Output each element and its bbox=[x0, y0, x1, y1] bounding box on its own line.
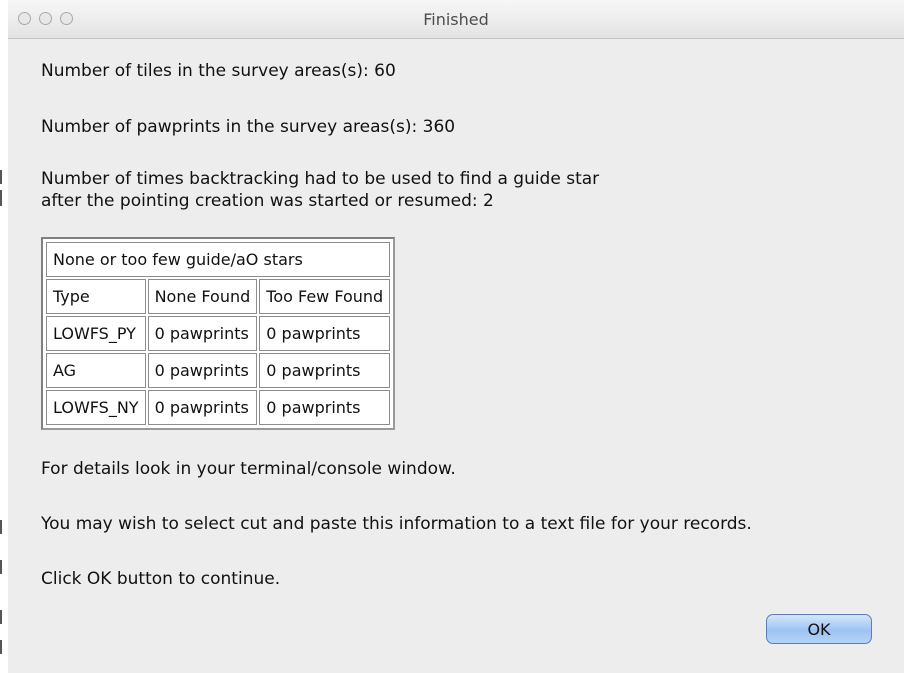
table-caption: None or too few guide/aO stars bbox=[46, 242, 391, 277]
backtracking-text: Number of times backtracking had to be u… bbox=[41, 168, 599, 212]
table-cell: LOWFS_PY bbox=[46, 316, 146, 351]
tiles-count-text: Number of tiles in the survey areas(s): … bbox=[41, 61, 396, 81]
table-cell: LOWFS_NY bbox=[46, 390, 146, 425]
finished-dialog: Finished Number of tiles in the survey a… bbox=[8, 0, 904, 673]
table-caption-row: None or too few guide/aO stars bbox=[46, 242, 391, 277]
table-cell: 0 pawprints bbox=[147, 316, 258, 351]
guide-stars-table: None or too few guide/aO stars Type None… bbox=[41, 237, 396, 430]
details-text: For details look in your terminal/consol… bbox=[41, 459, 456, 479]
records-text: You may wish to select cut and paste thi… bbox=[41, 514, 752, 534]
table-cell: 0 pawprints bbox=[147, 390, 258, 425]
background-edge bbox=[0, 0, 8, 673]
pawprints-count-text: Number of pawprints in the survey areas(… bbox=[41, 117, 456, 137]
table-row: AG 0 pawprints 0 pawprints bbox=[46, 353, 391, 388]
title-bar: Finished bbox=[8, 0, 904, 39]
table-header-row: Type None Found Too Few Found bbox=[46, 279, 391, 314]
ok-button[interactable]: OK bbox=[766, 614, 872, 644]
backtracking-line-1: Number of times backtracking had to be u… bbox=[41, 169, 600, 189]
table-cell: 0 pawprints bbox=[259, 353, 391, 388]
table-cell: 0 pawprints bbox=[147, 353, 258, 388]
continue-text: Click OK button to continue. bbox=[41, 569, 281, 589]
window-title: Finished bbox=[423, 10, 489, 29]
column-header-too-few-found: Too Few Found bbox=[259, 279, 391, 314]
table-cell: 0 pawprints bbox=[259, 316, 391, 351]
table-row: LOWFS_PY 0 pawprints 0 pawprints bbox=[46, 316, 391, 351]
column-header-type: Type bbox=[46, 279, 146, 314]
column-header-none-found: None Found bbox=[147, 279, 258, 314]
table-row: LOWFS_NY 0 pawprints 0 pawprints bbox=[46, 390, 391, 425]
backtracking-line-2: after the pointing creation was started … bbox=[41, 191, 494, 211]
table-cell: 0 pawprints bbox=[259, 390, 391, 425]
table-cell: AG bbox=[46, 353, 146, 388]
